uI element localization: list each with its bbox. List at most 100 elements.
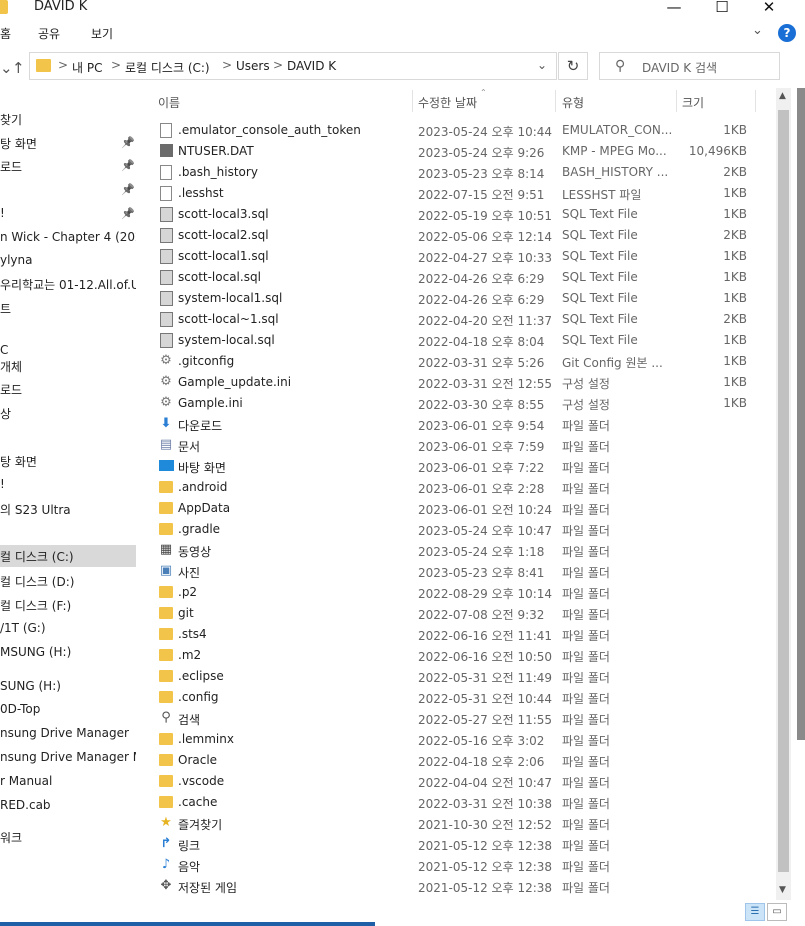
pin-icon[interactable]: 📌	[121, 207, 135, 220]
ribbon-expand-chevron-icon[interactable]: ⌄	[752, 23, 763, 38]
sidebar-item[interactable]: ylyna	[0, 250, 136, 272]
table-row[interactable]: 바탕 화면 2023-06-01 오후 7:22 파일 폴더	[150, 456, 775, 477]
minimize-button[interactable]: —	[652, 0, 696, 18]
table-row[interactable]: scott-local.sql 2022-04-26 오후 6:29 SQL Tex…	[150, 267, 775, 288]
column-header-type[interactable]: 유형	[562, 94, 584, 111]
table-row[interactable]: scott-local1.sql 2022-04-27 오후 10:33 SQL T…	[150, 246, 775, 267]
search-input[interactable]: ⚲ DAVID K 검색	[599, 52, 780, 80]
tab-home[interactable]: 홈	[0, 25, 11, 42]
table-row[interactable]: scott-local3.sql 2022-05-19 오후 10:51 SQL T…	[150, 204, 775, 225]
pin-icon[interactable]: 📌	[121, 136, 135, 149]
sidebar-item[interactable]: nsung Drive Manager Man	[0, 747, 136, 769]
sidebar-item[interactable]: r Manual	[0, 771, 136, 793]
sidebar-item[interactable]: 탕 화면	[0, 450, 136, 472]
column-header-name[interactable]: 이름	[158, 94, 180, 111]
table-row[interactable]: ✥ 저장된 게임 2021-05-12 오후 12:38 파일 폴더	[150, 876, 775, 897]
column-header-date[interactable]: 수정한 날짜	[418, 94, 477, 111]
column-divider[interactable]	[676, 90, 677, 112]
table-row[interactable]: ▤ 문서 2023-06-01 오후 7:59 파일 폴더	[150, 435, 775, 456]
sidebar-item[interactable]: nsung Drive Manager	[0, 723, 136, 745]
breadcrumb-separator[interactable]: >	[222, 58, 232, 72]
table-row[interactable]: .p2 2022-08-29 오후 10:14 파일 폴더	[150, 582, 775, 603]
table-row[interactable]: system-local.sql 2022-04-18 오후 8:04 SQL Te…	[150, 330, 775, 351]
sidebar-item[interactable]: 우리학교는 01-12.All.of.U	[0, 273, 136, 295]
table-row[interactable]: scott-local2.sql 2022-05-06 오후 12:14 SQL T…	[150, 225, 775, 246]
help-icon[interactable]: ?	[778, 24, 796, 42]
table-row[interactable]: .sts4 2022-06-16 오전 11:41 파일 폴더	[150, 624, 775, 645]
table-row[interactable]: .gradle 2023-05-24 오후 10:47 파일 폴더	[150, 519, 775, 540]
table-row[interactable]: .cache 2022-03-31 오전 10:38 파일 폴더	[150, 792, 775, 813]
column-divider[interactable]	[412, 90, 413, 112]
sidebar-item[interactable]	[0, 426, 136, 448]
sidebar-item[interactable]: MSUNG (H:)	[0, 642, 136, 664]
breadcrumb-local-disk-c[interactable]: 로컬 디스크 (C:)	[125, 59, 210, 76]
scroll-down-arrow-icon[interactable]: ▼	[779, 885, 786, 895]
sidebar-item[interactable]: 찾기	[0, 108, 136, 130]
table-row[interactable]: ↱ 링크 2021-05-12 오후 12:38 파일 폴더	[150, 834, 775, 855]
breadcrumb-separator[interactable]: >	[58, 58, 68, 72]
sidebar-item[interactable]: 개체	[0, 355, 136, 377]
table-row[interactable]: ★ 즐겨찾기 2021-10-30 오전 12:52 파일 폴더	[150, 813, 775, 834]
table-row[interactable]: scott-local~1.sql 2022-04-20 오전 11:37 SQL …	[150, 309, 775, 330]
table-row[interactable]: ⬇ 다운로드 2023-06-01 오후 9:54 파일 폴더	[150, 414, 775, 435]
pin-icon[interactable]: 📌	[121, 159, 135, 172]
close-button[interactable]: ✕	[747, 0, 791, 18]
table-row[interactable]: system-local1.sql 2022-04-26 오후 6:29 SQL T…	[150, 288, 775, 309]
sidebar-item[interactable]: 컬 디스크 (D:)	[0, 570, 136, 592]
table-row[interactable]: AppData 2023-06-01 오전 10:24 파일 폴더	[150, 498, 775, 519]
sidebar-item[interactable]: 0D-Top	[0, 699, 136, 721]
sidebar-item[interactable]: 📌	[0, 179, 136, 201]
scroll-up-arrow-icon[interactable]: ▲	[779, 91, 786, 101]
table-row[interactable]: .lemminx 2022-05-16 오후 3:02 파일 폴더	[150, 729, 775, 750]
column-header-size[interactable]: 크기	[682, 94, 704, 111]
sidebar-item[interactable]: /1T (G:)	[0, 618, 136, 640]
tab-share[interactable]: 공유	[38, 25, 60, 42]
sidebar-item[interactable]: ! 📌	[0, 203, 136, 225]
sidebar-item[interactable]: 컬 디스크 (C:)	[0, 545, 136, 567]
sidebar-item[interactable]: 트	[0, 297, 136, 319]
navigation-pane[interactable]: 찾기 탕 화면 📌 로드 📌 📌! 📌 n Wick - Chapter 4 (2023 yly…	[0, 88, 138, 908]
table-row[interactable]: ▦ 동영상 2023-05-24 오후 1:18 파일 폴더	[150, 540, 775, 561]
table-row[interactable]: ♪ 음악 2021-05-12 오후 12:38 파일 폴더	[150, 855, 775, 876]
sidebar-item[interactable]: 워크	[0, 826, 136, 848]
table-row[interactable]: .eclipse 2022-05-31 오전 11:49 파일 폴더	[150, 666, 775, 687]
sidebar-item[interactable]: SUNG (H:)	[0, 676, 136, 698]
details-view-button[interactable]: ☰	[745, 903, 765, 921]
breadcrumb-david-k[interactable]: DAVID K	[287, 59, 336, 73]
table-row[interactable]: NTUSER.DAT 2023-05-24 오후 9:26 KMP - MPEG M…	[150, 141, 775, 162]
address-bar[interactable]: > 내 PC > 로컬 디스크 (C:) > Users > DAVID K ⌄	[29, 52, 557, 80]
breadcrumb-separator[interactable]: >	[273, 58, 283, 72]
up-arrow-icon[interactable]: ↑	[12, 59, 25, 77]
table-row[interactable]: .config 2022-05-31 오전 10:44 파일 폴더	[150, 687, 775, 708]
sidebar-item[interactable]: 컬 디스크 (F:)	[0, 594, 136, 616]
table-row[interactable]: ⚙ .gitconfig 2022-03-31 오후 5:26 Git Config …	[150, 351, 775, 372]
scrollbar-thumb[interactable]	[778, 110, 789, 872]
recent-locations-chevron-icon[interactable]: ⌄	[0, 59, 13, 77]
table-row[interactable]: .vscode 2022-04-04 오전 10:47 파일 폴더	[150, 771, 775, 792]
sidebar-item[interactable]: 탕 화면 📌	[0, 132, 136, 154]
sidebar-item[interactable]: 로드 📌	[0, 155, 136, 177]
table-row[interactable]: .lesshst 2022-07-15 오전 9:51 LESSHST 파일 1KB	[150, 183, 775, 204]
pin-icon[interactable]: 📌	[121, 183, 135, 196]
table-row[interactable]: .emulator_console_auth_token 2023-05-24 오…	[150, 120, 775, 141]
refresh-button[interactable]: ↻	[558, 52, 588, 80]
breadcrumb-this-pc[interactable]: 내 PC	[72, 59, 102, 76]
sidebar-item[interactable]: 의 S23 Ultra	[0, 498, 136, 520]
table-row[interactable]: Oracle 2022-04-18 오후 2:06 파일 폴더	[150, 750, 775, 771]
sidebar-item[interactable]: n Wick - Chapter 4 (2023	[0, 227, 136, 249]
vertical-scrollbar[interactable]: ▲ ▼	[776, 88, 791, 901]
table-row[interactable]: ⚙ Gample.ini 2022-03-30 오후 8:55 구성 설정 1KB	[150, 393, 775, 414]
table-row[interactable]: ▣ 사진 2023-05-23 오후 8:41 파일 폴더	[150, 561, 775, 582]
tab-view[interactable]: 보기	[91, 25, 113, 42]
sidebar-item[interactable]: !	[0, 474, 136, 496]
table-row[interactable]: .bash_history 2023-05-23 오후 8:14 BASH_HIST…	[150, 162, 775, 183]
column-divider[interactable]	[755, 90, 756, 112]
column-divider[interactable]	[555, 90, 556, 112]
table-row[interactable]: git 2022-07-08 오전 9:32 파일 폴더	[150, 603, 775, 624]
table-row[interactable]: .android 2023-06-01 오후 2:28 파일 폴더	[150, 477, 775, 498]
table-row[interactable]: .m2 2022-06-16 오전 10:50 파일 폴더	[150, 645, 775, 666]
breadcrumb-users[interactable]: Users	[236, 59, 270, 73]
maximize-button[interactable]: ☐	[700, 0, 744, 18]
table-row[interactable]: ⚲ 검색 2022-05-27 오전 11:55 파일 폴더	[150, 708, 775, 729]
sidebar-item[interactable]	[0, 522, 136, 544]
